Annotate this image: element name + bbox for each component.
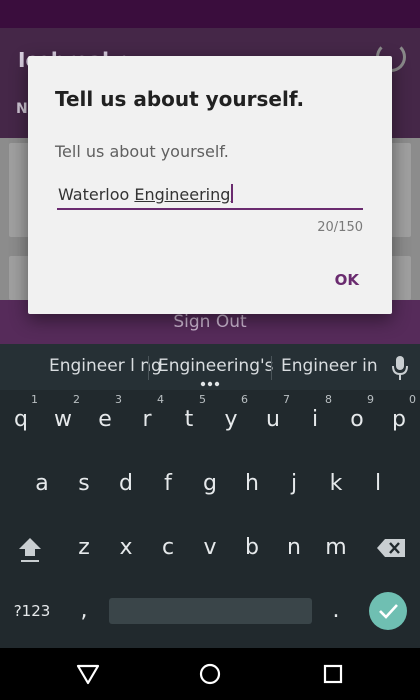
key-o[interactable]: o9	[337, 393, 377, 445]
key-w[interactable]: w2	[43, 393, 83, 445]
more-suggestions-icon[interactable]	[200, 381, 220, 387]
status-bar	[0, 0, 420, 28]
suggestion-2[interactable]: Engineering's	[158, 356, 274, 376]
key-hint: 0	[409, 393, 416, 406]
key-hint: 3	[115, 393, 122, 406]
navigation-bar	[0, 648, 420, 700]
home-circle-icon[interactable]	[197, 661, 223, 687]
suggestion-3[interactable]: Engineer in	[281, 356, 378, 376]
sign-out-label: Sign Out	[173, 312, 247, 332]
recents-square-icon[interactable]	[320, 661, 346, 687]
key-r[interactable]: r4	[127, 393, 167, 445]
key-i[interactable]: i8	[295, 393, 335, 445]
key-u[interactable]: u7	[253, 393, 293, 445]
key-hint: 2	[73, 393, 80, 406]
key-q[interactable]: q1	[1, 393, 41, 445]
key-v[interactable]: v	[190, 523, 230, 573]
suggestion-divider	[148, 356, 149, 380]
key-d[interactable]: d	[106, 459, 146, 509]
key-y[interactable]: y6	[211, 393, 251, 445]
key-m[interactable]: m	[316, 523, 356, 573]
input-text-composing: Engineering	[134, 185, 231, 204]
key-hint: 6	[241, 393, 248, 406]
key-x[interactable]: x	[106, 523, 146, 573]
key-b[interactable]: b	[232, 523, 272, 573]
key-label: w	[54, 407, 72, 432]
period-key[interactable]: .	[316, 586, 356, 636]
key-e[interactable]: e3	[85, 393, 125, 445]
comma-key[interactable]: ,	[64, 586, 104, 636]
about-dialog: Tell us about yourself. Tell us about yo…	[28, 56, 392, 314]
key-hint: 1	[31, 393, 38, 406]
key-label: r	[142, 407, 152, 432]
ok-button[interactable]: OK	[335, 271, 359, 289]
key-n[interactable]: n	[274, 523, 314, 573]
key-hint: 5	[199, 393, 206, 406]
backspace-icon	[377, 539, 405, 557]
key-c[interactable]: c	[148, 523, 188, 573]
shift-icon	[19, 538, 41, 562]
backspace-key[interactable]	[371, 523, 411, 573]
key-label: y	[224, 407, 238, 432]
key-k[interactable]: k	[316, 459, 356, 509]
symbols-key[interactable]: ?123	[10, 586, 54, 636]
suggestion-strip: Engineer l ng Engineering's Engineer in	[0, 344, 420, 390]
key-hint: 7	[283, 393, 290, 406]
about-text-input[interactable]: Waterloo Engineering	[57, 180, 363, 210]
key-t[interactable]: t5	[169, 393, 209, 445]
key-l[interactable]: l	[358, 459, 398, 509]
key-label: q	[14, 407, 28, 432]
enter-key[interactable]	[369, 592, 407, 630]
key-label: e	[98, 407, 112, 432]
key-a[interactable]: a	[22, 459, 62, 509]
about-text-value: Waterloo Engineering	[58, 184, 234, 204]
key-h[interactable]: h	[232, 459, 272, 509]
key-label: o	[350, 407, 364, 432]
key-z[interactable]: z	[64, 523, 104, 573]
dialog-title: Tell us about yourself.	[55, 87, 305, 111]
key-label: t	[184, 407, 194, 432]
key-g[interactable]: g	[190, 459, 230, 509]
key-label: p	[392, 407, 406, 432]
key-hint: 4	[157, 393, 164, 406]
app-subtitle: N	[16, 101, 28, 117]
suggestion-divider	[271, 356, 272, 380]
input-text-plain: Waterloo	[58, 185, 135, 204]
space-key[interactable]	[109, 598, 312, 624]
mic-icon[interactable]	[392, 355, 408, 381]
check-icon	[379, 604, 398, 619]
key-hint: 9	[367, 393, 374, 406]
character-counter: 20/150	[317, 220, 363, 235]
key-label: u	[266, 407, 280, 432]
soft-keyboard: Engineer l ng Engineering's Engineer in …	[0, 344, 420, 648]
key-label: i	[311, 407, 319, 432]
key-f[interactable]: f	[148, 459, 188, 509]
text-cursor	[231, 184, 234, 203]
key-hint: 8	[325, 393, 332, 406]
key-p[interactable]: p0	[379, 393, 419, 445]
dialog-message: Tell us about yourself.	[55, 142, 229, 161]
back-triangle-icon[interactable]	[75, 661, 101, 687]
shift-key[interactable]	[10, 523, 50, 573]
key-j[interactable]: j	[274, 459, 314, 509]
suggestion-1[interactable]: Engineer l ng	[49, 356, 162, 376]
key-s[interactable]: s	[64, 459, 104, 509]
